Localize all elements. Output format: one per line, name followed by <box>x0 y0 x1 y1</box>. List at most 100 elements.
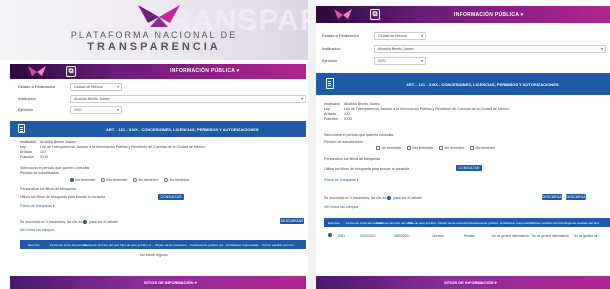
detail-articulo: Artículo 121 <box>324 112 350 116</box>
document-icon[interactable]: ⧉ <box>370 9 380 20</box>
period-intro: Selecciona el periodo que quieres consul… <box>324 133 394 137</box>
col-header[interactable]: Unidad(es) responsable... <box>500 221 535 225</box>
institucion-select[interactable]: Alcaldía Benito Juárez ▾ <box>70 95 306 103</box>
chevron-down-icon: ▾ <box>420 58 423 63</box>
ver-todos-link[interactable]: Ver todos los campos <box>324 205 358 209</box>
period-option-1[interactable]: 1er trimestre <box>70 178 95 182</box>
col-header[interactable]: Objeto de la concesión... <box>155 243 189 247</box>
search-filters-toggle[interactable]: Filtros de búsqueda ▾ <box>20 204 54 208</box>
filter-ejercicio-label: Ejercicio <box>18 107 34 112</box>
chevron-down-icon: ▾ <box>116 107 119 112</box>
butterfly-mini-icon[interactable] <box>28 66 46 77</box>
detail-ley: Ley Ley de Transparencia, Acceso a la Inf… <box>20 145 206 149</box>
row-detail-icon[interactable] <box>328 233 332 237</box>
nav-bar: ⧉ INFORMACIÓN PÚBLICA ▾ <box>316 6 610 23</box>
detail-institucion: Institución Alcaldía Benito Juárez <box>324 102 380 106</box>
col-header[interactable]: Primer apellido del titul... <box>532 221 566 225</box>
nav-title[interactable]: INFORMACIÓN PÚBLICA ▾ <box>170 68 239 74</box>
detail-fraccion: Fracción XXIX <box>324 117 353 121</box>
chevron-down-icon: ▾ <box>116 84 119 89</box>
left-screenshot: TRANSPARENCIA PLATAFORMA NACIONAL DE TRA… <box>0 0 308 289</box>
col-header[interactable]: Ejercicio <box>28 243 40 247</box>
nav-bar: ⧉ INFORMACIÓN PÚBLICA ▾ <box>10 64 306 79</box>
cell-fundamento: No se generó información <box>492 234 529 238</box>
filter-institucion-label: Institución <box>322 46 341 51</box>
detail-dot-icon <box>83 220 88 224</box>
institucion-select[interactable]: Alcaldía Benito Juárez ▾ <box>374 45 606 53</box>
download-button[interactable]: DESCARGAR <box>566 194 588 200</box>
download-button[interactable]: DESCARGAR <box>280 218 304 224</box>
period-label: Periodo de actualización <box>324 140 364 144</box>
chevron-down-icon: ▾ <box>300 96 303 101</box>
period-option-4[interactable]: 4to trimestre <box>470 146 495 150</box>
chevron-down-icon: ▾ <box>420 33 423 38</box>
detail-articulo: Artículo 121 <box>20 150 46 154</box>
col-header[interactable]: Ejercicio <box>328 221 340 225</box>
screenshot-divider <box>308 0 316 289</box>
right-screenshot: ⧉ INFORMACIÓN PÚBLICA ▾ Estado o Federac… <box>316 0 610 289</box>
cell-unidad: No se generó información <box>532 234 569 238</box>
period-options: 1er trimestre 2do trimestre 3er trimestr… <box>70 178 189 182</box>
bottom-bar: SITIOS DE INFORMACIÓN ▾ <box>316 276 610 289</box>
header-banner: TRANSPARENCIA PLATAFORMA NACIONAL DE TRA… <box>0 0 308 60</box>
consult-button[interactable]: CONSULTAR <box>158 194 184 200</box>
platform-title-line1: PLATAFORMA NACIONAL DE <box>70 30 238 40</box>
period-option-2[interactable]: 2do trimestre <box>101 178 127 182</box>
filters-note: Personaliza tus filtros de búsqueda <box>324 157 380 161</box>
detail-ley: Ley Ley de Transparencia, Acceso a la Inf… <box>324 107 510 111</box>
section-title: ART. - 121 - XXIX - CONCESIONES, LICENCI… <box>106 127 259 132</box>
cell-tipo-acto: Licencia <box>432 234 444 238</box>
cell-objeto: Predios <box>464 234 475 238</box>
col-header[interactable]: Unidad(es) responsable... <box>226 243 261 247</box>
detail-dot-icon <box>387 196 392 200</box>
filter-institucion: Institución Alcaldía Benito Juárez ▾ <box>18 95 308 103</box>
estado-select[interactable]: Ciudad de México ▾ <box>374 32 426 40</box>
period-option-3[interactable]: 3er trimestre <box>439 146 464 150</box>
col-header[interactable]: Tipo de acto jurídico (c... <box>120 243 154 247</box>
document-icon <box>18 124 25 133</box>
document-icon <box>326 78 334 89</box>
estado-select[interactable]: Ciudad de México ▾ <box>70 83 122 91</box>
col-header[interactable]: Fundamento jurídico por... <box>190 243 226 247</box>
period-intro: Selecciona el periodo que quieres consul… <box>20 166 90 170</box>
download-button[interactable]: DESCARGAR <box>542 194 564 200</box>
period-option-3[interactable]: 3er trimestre <box>133 178 158 182</box>
section-band: ART. - 121 - XXIX - CONCESIONES, LICENCI… <box>10 121 306 137</box>
ver-todos-link[interactable]: Ver todos los campos <box>20 228 54 232</box>
col-header[interactable]: Tipo de acto jurídico... <box>408 221 438 225</box>
col-header[interactable]: Primer apellido del titul... <box>262 243 296 247</box>
cell-apellido: No se generó inf... <box>574 234 601 238</box>
ejercicio-select[interactable]: 2021 ▾ <box>70 106 122 114</box>
table-row[interactable]: 2021 01/04/2021 30/06/2021 Licencia Pred… <box>324 232 610 242</box>
section-band: ART. - 121 - XXIX - CONCESIONES, LICENCI… <box>316 73 610 95</box>
excel-note: Utiliza los filtros de búsqueda para bus… <box>20 195 106 199</box>
bottom-bar-label[interactable]: SITIOS DE INFORMACIÓN ▾ <box>444 280 497 285</box>
period-option-4[interactable]: 4to trimestre <box>164 178 189 182</box>
col-header[interactable]: Segundo apellido del titul... <box>564 221 601 225</box>
document-icon[interactable]: ⧉ <box>66 66 76 77</box>
filter-estado: Estado o Federación Ciudad de México ▾ <box>322 32 610 40</box>
results-table-header: Ejercicio Fecha de inicio del periodo Fe… <box>324 218 610 227</box>
search-filters-toggle[interactable]: Filtros de búsqueda ▾ <box>324 178 358 182</box>
col-header[interactable]: Fecha de término del peri... <box>84 243 122 247</box>
detail-institucion: Institución Alcaldía Benito Juárez <box>20 140 76 144</box>
results-text: Se encontraron 3 resultados, da clic en … <box>20 220 118 224</box>
cell-ejercicio: 2021 <box>338 234 346 238</box>
bottom-bar-label[interactable]: SITIOS DE INFORMACIÓN ▾ <box>144 280 197 285</box>
filter-estado-label: Estado o Federación <box>322 33 359 38</box>
filter-ejercicio-label: Ejercicio <box>322 58 338 63</box>
results-table-header: Ejercicio Fecha de inicio del periodo...… <box>20 240 306 249</box>
excel-note: Utiliza los filtros de búsqueda para bus… <box>324 167 410 171</box>
period-option-1[interactable]: 1er trimestre <box>376 146 401 150</box>
butterfly-mini-icon[interactable] <box>334 9 352 20</box>
section-title: ART. - 121 - XXIX - CONCESIONES, LICENCI… <box>406 82 559 87</box>
nav-title[interactable]: INFORMACIÓN PÚBLICA ▾ <box>454 12 523 18</box>
period-option-2[interactable]: 2do trimestre <box>407 146 433 150</box>
cell-fecha-inicio: 01/04/2021 <box>360 234 376 238</box>
col-header[interactable]: Fundamento jurídico... <box>470 221 501 225</box>
platform-title-line2: TRANSPARENCIA <box>87 41 221 53</box>
bottom-bar: SITIOS DE INFORMACIÓN ▾ <box>10 276 306 289</box>
ejercicio-select[interactable]: 2021 ▾ <box>374 57 426 65</box>
col-header[interactable]: Objeto de la concesión... <box>438 221 472 225</box>
consult-button[interactable]: CONSULTAR <box>456 165 482 171</box>
